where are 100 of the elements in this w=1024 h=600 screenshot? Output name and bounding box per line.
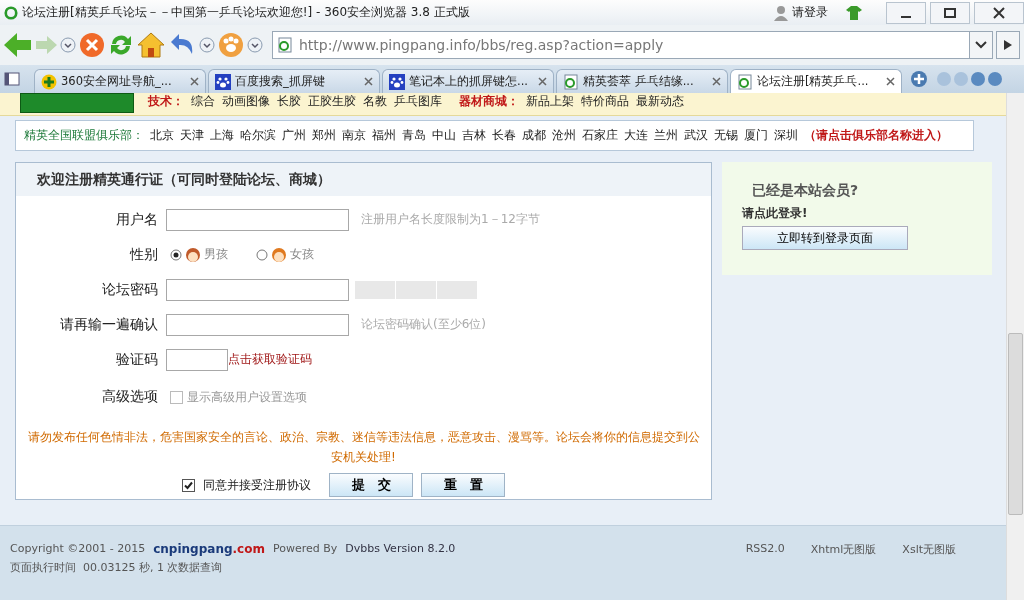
copyright-text: Copyright ©2001 - 2015 xyxy=(10,542,146,556)
browser-tab[interactable]: 360安全网址导航_... xyxy=(34,69,206,93)
club-link[interactable]: 北京 xyxy=(150,127,174,144)
club-link[interactable]: 上海 xyxy=(210,127,234,144)
club-link[interactable]: 厦门 xyxy=(744,127,768,144)
maximize-button[interactable] xyxy=(930,1,970,24)
powered-by-text: Powered By xyxy=(272,542,338,556)
address-bar[interactable]: http://www.pingpang.info/bbs/reg.asp?action=apply xyxy=(272,31,993,59)
browser-tab[interactable]: 精英荟萃 乒乓结缘... xyxy=(556,69,728,93)
club-link[interactable]: 沧州 xyxy=(552,127,576,144)
avatar-icon xyxy=(271,246,287,263)
page-icon xyxy=(277,37,293,53)
nav-link[interactable]: 最新动态 xyxy=(636,92,684,110)
club-link[interactable]: 兰州 xyxy=(654,127,678,144)
club-link[interactable]: 无锡 xyxy=(714,127,738,144)
club-link[interactable]: 大连 xyxy=(624,127,648,144)
back-icon[interactable] xyxy=(4,32,32,58)
field-label: 验证码 xyxy=(115,350,159,369)
sidebar-icon[interactable] xyxy=(4,72,20,86)
checkbox[interactable] xyxy=(182,478,195,492)
play-icon xyxy=(1004,40,1012,50)
captcha-link[interactable]: 点击获取验证码 xyxy=(228,351,312,368)
reset-button[interactable]: 重 置 xyxy=(421,473,505,497)
club-link[interactable]: 中山 xyxy=(432,127,456,144)
window-title: 论坛注册[精英乒乓论坛－－中国第一乒乓论坛欢迎您!] - 360安全浏览器 3.8 正式版 xyxy=(22,4,471,21)
club-link[interactable]: 天津 xyxy=(180,127,204,144)
nav-link[interactable]: 新品上架 xyxy=(526,92,574,110)
field-hint: 论坛密码确认(至少6位) xyxy=(361,316,486,333)
club-link[interactable]: 长春 xyxy=(492,127,516,144)
close-button[interactable] xyxy=(974,1,1024,24)
page-icon xyxy=(563,73,579,90)
chevron-down-icon[interactable] xyxy=(975,41,987,49)
field-label: 请再输一遍确认 xyxy=(59,315,159,334)
field-label: 用户名 xyxy=(115,210,159,229)
close-icon[interactable] xyxy=(886,77,895,86)
nav-link[interactable]: 长胶 xyxy=(277,92,301,110)
footer-link[interactable]: Xhtml无图版 xyxy=(810,542,877,600)
club-link[interactable]: 吉林 xyxy=(462,127,486,144)
close-icon[interactable] xyxy=(712,77,721,86)
scrollbar[interactable] xyxy=(1006,93,1024,600)
avatar-icon xyxy=(185,246,201,263)
login-link[interactable]: 请登录 xyxy=(792,4,828,21)
password-field[interactable] xyxy=(166,278,349,301)
club-link[interactable]: 武汉 xyxy=(684,127,708,144)
user-icon xyxy=(774,4,788,21)
club-link[interactable]: 石家庄 xyxy=(582,127,618,144)
tab-navigation-icon[interactable] xyxy=(936,71,1002,87)
panel-title: 欢迎注册精英通行证（可同时登陆论坛、商城） xyxy=(16,163,711,196)
nav-link[interactable]: 特价商品 xyxy=(581,92,629,110)
club-link[interactable]: 青岛 xyxy=(402,127,426,144)
club-link[interactable]: 深圳 xyxy=(774,127,798,144)
shirt-icon[interactable] xyxy=(846,5,862,20)
plus-circle-icon xyxy=(41,73,57,90)
checkbox-label: 显示高级用户设置选项 xyxy=(187,388,307,406)
paw-icon xyxy=(389,73,405,90)
close-icon[interactable] xyxy=(538,77,547,86)
club-link[interactable]: 郑州 xyxy=(312,127,336,144)
footer-link[interactable]: Xslt无图版 xyxy=(902,542,956,600)
field-label: 高级选项 xyxy=(101,388,159,406)
text-field[interactable] xyxy=(166,208,349,231)
dropdown-icon[interactable] xyxy=(60,37,76,53)
captcha-field[interactable] xyxy=(166,348,228,371)
footer-link[interactable]: RSS2.0 xyxy=(745,542,785,600)
home-icon[interactable] xyxy=(137,32,165,58)
text-field[interactable] xyxy=(166,313,349,336)
club-link[interactable]: 广州 xyxy=(282,127,306,144)
dropdown-icon[interactable] xyxy=(247,37,263,53)
stop-icon[interactable] xyxy=(79,32,105,58)
nav-link[interactable]: 动画图像 xyxy=(222,92,270,110)
close-icon[interactable] xyxy=(190,77,199,86)
login-button[interactable]: 立即转到登录页面 xyxy=(742,226,908,250)
club-link[interactable]: 哈尔滨 xyxy=(240,127,276,144)
radio-button[interactable] xyxy=(170,248,182,261)
minimize-icon xyxy=(901,15,911,18)
browser-tab[interactable]: 论坛注册[精英乒乓... xyxy=(730,69,902,93)
version-link[interactable]: Dvbbs Version 8.2.0 xyxy=(345,542,456,556)
dropdown-icon[interactable] xyxy=(199,37,215,53)
new-tab-icon[interactable] xyxy=(910,70,928,88)
go-button[interactable] xyxy=(996,31,1020,59)
execution-time-text: 页面执行时间 00.03125 秒, 1 次数据查询 xyxy=(10,560,224,575)
club-link[interactable]: 成都 xyxy=(522,127,546,144)
checkbox[interactable] xyxy=(170,390,183,404)
radio-button[interactable] xyxy=(256,248,268,261)
submit-button[interactable]: 提 交 xyxy=(329,473,413,497)
browser-tab[interactable]: 笔记本上的抓屏键怎... xyxy=(382,69,554,93)
club-hint: （请点击俱乐部名称进入） xyxy=(804,127,948,144)
close-icon[interactable] xyxy=(364,77,373,86)
radio-label: 男孩 xyxy=(204,246,228,263)
nav-link[interactable]: 综合 xyxy=(191,92,215,110)
club-link[interactable]: 福州 xyxy=(372,127,396,144)
nav-link[interactable]: 名教 xyxy=(363,92,387,110)
browser-tab[interactable]: 百度搜索_抓屏键 xyxy=(208,69,380,93)
field-label: 性别 xyxy=(128,245,159,264)
club-link[interactable]: 南京 xyxy=(342,127,366,144)
minimize-button[interactable] xyxy=(886,1,926,24)
close-icon xyxy=(993,6,1005,19)
nav-link[interactable]: 正胶生胶 xyxy=(308,92,356,110)
club-label: 精英全国联盟俱乐部： xyxy=(24,127,144,144)
site-link[interactable]: cnpingpang.com xyxy=(153,542,265,556)
nav-link[interactable]: 乒乓图库 xyxy=(394,92,442,110)
